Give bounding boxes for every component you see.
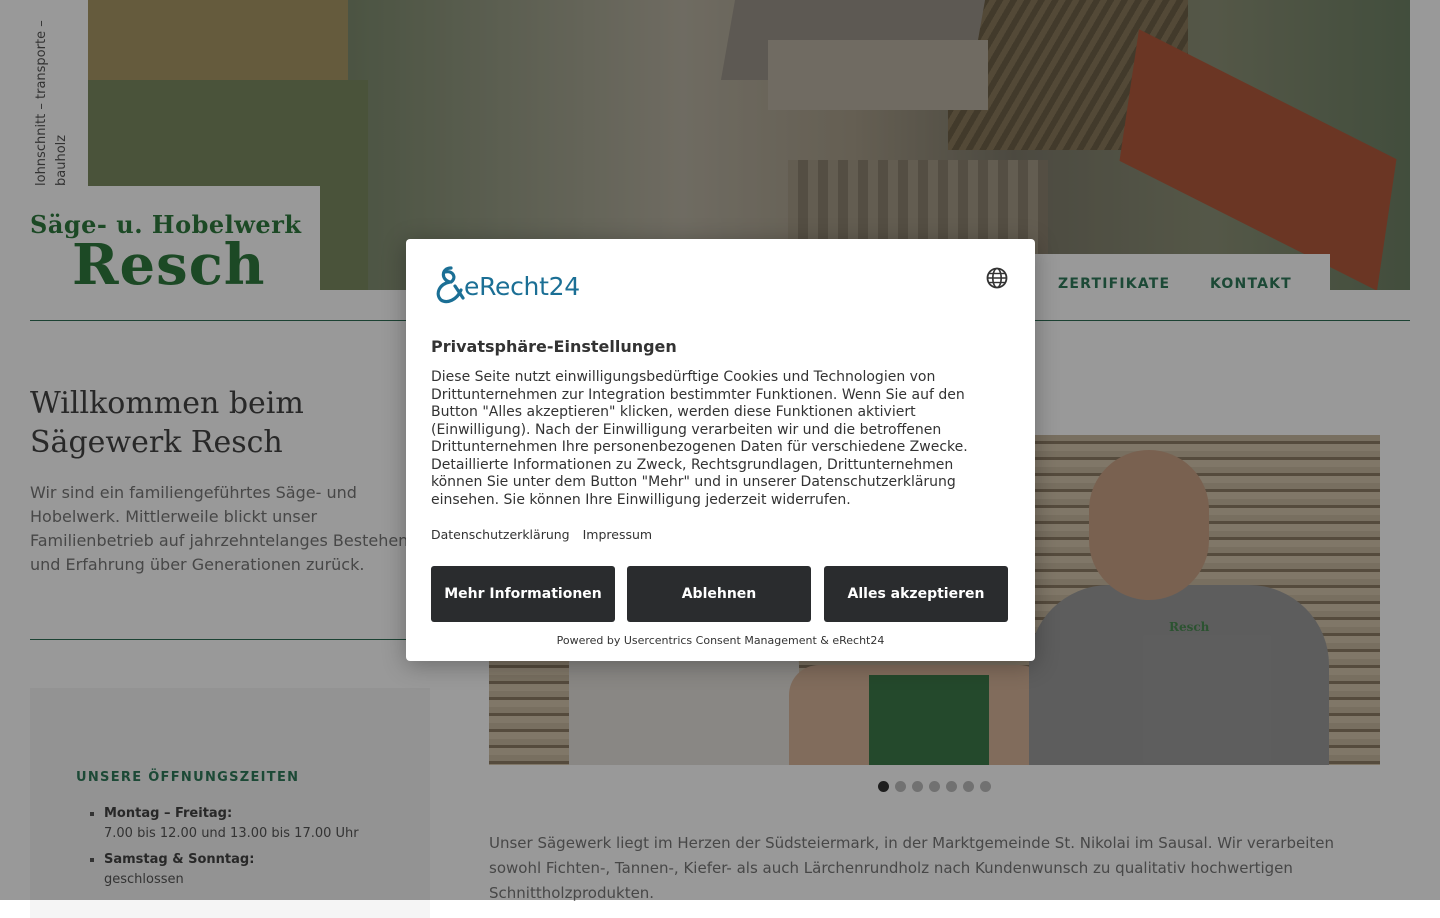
globe-icon[interactable] [985, 266, 1009, 290]
consent-dialog: eRecht24 Privatsphäre-Einstellungen Dies… [406, 239, 1035, 661]
deny-button[interactable]: Ablehnen [627, 566, 811, 622]
consent-links: Datenschutzerklärung Impressum [431, 527, 661, 542]
imprint-link[interactable]: Impressum [583, 527, 652, 542]
privacy-policy-link[interactable]: Datenschutzerklärung [431, 527, 570, 542]
logo-text: eRecht24 [464, 272, 580, 301]
accept-all-button[interactable]: Alles akzeptieren [824, 566, 1008, 622]
erecht24-logo: eRecht24 [431, 264, 601, 304]
consent-title: Privatsphäre-Einstellungen [431, 337, 677, 356]
erecht24-logo-icon [436, 266, 465, 304]
consent-description: Diese Seite nutzt einwilligungsbedürftig… [431, 369, 968, 508]
powered-by-text: Powered by Usercentrics Consent Manageme… [556, 634, 885, 647]
more-info-button[interactable]: Mehr Informationen [431, 566, 615, 622]
